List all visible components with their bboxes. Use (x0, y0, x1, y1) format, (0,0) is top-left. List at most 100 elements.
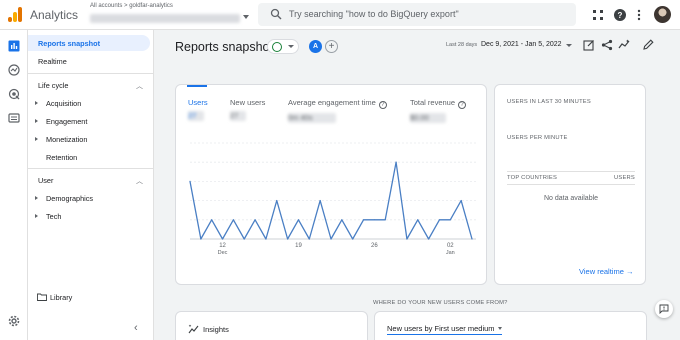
data-point (297, 219, 300, 221)
metric-label: Users (188, 98, 208, 107)
data-point (395, 161, 397, 163)
left-nav: Reports snapshot Realtime Life cycle ︿ Ac… (28, 30, 154, 340)
data-point (243, 238, 245, 240)
share-icon[interactable] (601, 39, 613, 51)
realtime-card: USERS IN LAST 30 MINUTES USERS PER MINUT… (494, 84, 646, 285)
data-point (471, 238, 473, 240)
dropdown-arrow-icon (497, 327, 502, 330)
add-comparison-button[interactable]: + (325, 40, 338, 53)
customize-report-icon[interactable] (583, 39, 595, 51)
data-point (254, 219, 256, 221)
nav-label: Tech (46, 212, 62, 221)
help-icon[interactable]: ? (458, 101, 467, 109)
metric-label: New users (230, 98, 266, 107)
reports-icon[interactable] (8, 40, 20, 52)
users-last-30-heading: USERS IN LAST 30 MINUTES (507, 99, 591, 105)
metric-engagement-tab[interactable]: Average engagement time? 0m 40s (288, 98, 387, 123)
nav-label: Engagement (46, 117, 88, 126)
comparison-segment-a[interactable]: A (309, 40, 322, 53)
insights-label: Insights (203, 325, 229, 334)
property-name (90, 14, 240, 23)
feedback-button[interactable] (655, 300, 673, 318)
report-status-dropdown[interactable] (267, 39, 299, 54)
date-range-picker[interactable]: Dec 9, 2021 - Jan 5, 2022 (481, 41, 562, 48)
collapse-section-icon: ︿ (136, 178, 143, 185)
analytics-logo-icon[interactable] (8, 7, 22, 22)
main-content: Reports snapshot A + Last 28 days Dec 9,… (155, 30, 680, 340)
nav-label: Monetization (46, 135, 88, 144)
data-point (189, 180, 191, 182)
collapse-nav-button[interactable]: ‹ (134, 322, 138, 334)
data-point (384, 219, 386, 221)
nav-section-life-cycle[interactable]: Life cycle ︿ (28, 78, 150, 92)
search-bar[interactable]: Try searching "how to do BigQuery export… (258, 3, 576, 26)
data-point (406, 238, 408, 240)
page-title: Reports snapshot (175, 40, 273, 54)
x-tick-month-label: Dec (218, 250, 228, 256)
nav-label: Reports snapshot (38, 39, 101, 48)
left-rail (0, 30, 28, 340)
expand-arrow-icon (35, 196, 38, 200)
metric-users-tab[interactable]: Users 27 (188, 98, 208, 121)
metric-value: $0.00 (410, 113, 446, 123)
settings-icon[interactable] (8, 315, 20, 327)
new-users-section-heading: WHERE DO YOUR NEW USERS COME FROM? (373, 300, 508, 306)
realtime-divider (507, 171, 635, 172)
insights-card[interactable]: Insights (175, 311, 368, 340)
nav-divider (28, 73, 154, 74)
view-realtime-link[interactable]: View realtime → (579, 267, 633, 276)
account-breadcrumb: All accounts > goldfar-analytics (90, 3, 173, 9)
data-point (460, 200, 462, 202)
no-data-message: No data available (543, 195, 599, 202)
nav-reports-snapshot[interactable]: Reports snapshot (28, 35, 150, 51)
nav-label: Realtime (38, 57, 67, 66)
check-circle-icon (272, 42, 282, 52)
users-per-minute-heading: USERS PER MINUTE (507, 135, 568, 141)
nav-section-user[interactable]: User ︿ (28, 173, 150, 187)
metric-value: 0m 40s (288, 113, 336, 123)
nav-label: Retention (46, 153, 78, 162)
nav-label: Acquisition (46, 99, 82, 108)
app-title: Analytics (30, 8, 79, 22)
metric-value: 27 (230, 111, 246, 121)
metric-label: Total revenue (410, 98, 456, 107)
collapse-section-icon: ︿ (136, 83, 143, 90)
search-icon (270, 8, 282, 20)
data-point (308, 238, 310, 240)
data-point (276, 200, 278, 202)
advertising-icon[interactable] (8, 88, 20, 100)
data-point (221, 238, 224, 240)
search-input[interactable]: Try searching "how to do BigQuery export… (289, 9, 459, 19)
dropdown-arrow-icon (288, 45, 294, 48)
configure-icon[interactable] (8, 112, 20, 124)
users-column-heading: USERS (614, 175, 635, 181)
data-point (341, 219, 343, 221)
feedback-icon (659, 304, 669, 314)
edit-pencil-icon[interactable] (642, 39, 654, 51)
nav-divider (28, 168, 154, 169)
account-picker[interactable]: All accounts > goldfar-analytics (90, 3, 250, 23)
insights-icon (188, 324, 199, 334)
data-point (417, 219, 419, 221)
section-label: User (38, 176, 54, 185)
metric-label: Average engagement time (288, 98, 376, 107)
new-users-dimension-select[interactable]: New users by First user medium (387, 324, 502, 335)
expand-arrow-icon (35, 119, 38, 123)
metric-new-users-tab[interactable]: New users 27 (230, 98, 265, 121)
account-avatar[interactable] (654, 6, 671, 23)
overview-card: Users 27 New users 27 Average engagement t… (175, 84, 487, 285)
help-icon[interactable]: ? (613, 8, 627, 22)
explore-icon[interactable] (8, 64, 20, 76)
x-tick-label: 19 (295, 243, 302, 249)
date-dropdown-icon[interactable] (566, 44, 572, 47)
active-tab-indicator (187, 85, 207, 87)
more-vert-icon[interactable] (632, 8, 646, 22)
top-bar: Analytics All accounts > goldfar-analyti… (0, 0, 680, 30)
data-point (287, 238, 289, 240)
help-icon[interactable]: ? (378, 101, 387, 109)
apps-icon[interactable] (591, 8, 605, 22)
nav-label: Demographics (46, 194, 94, 203)
insights-sparkline-icon[interactable] (618, 39, 630, 51)
metric-revenue-tab[interactable]: Total revenue? $0.00 (410, 98, 467, 123)
data-point (449, 219, 451, 221)
